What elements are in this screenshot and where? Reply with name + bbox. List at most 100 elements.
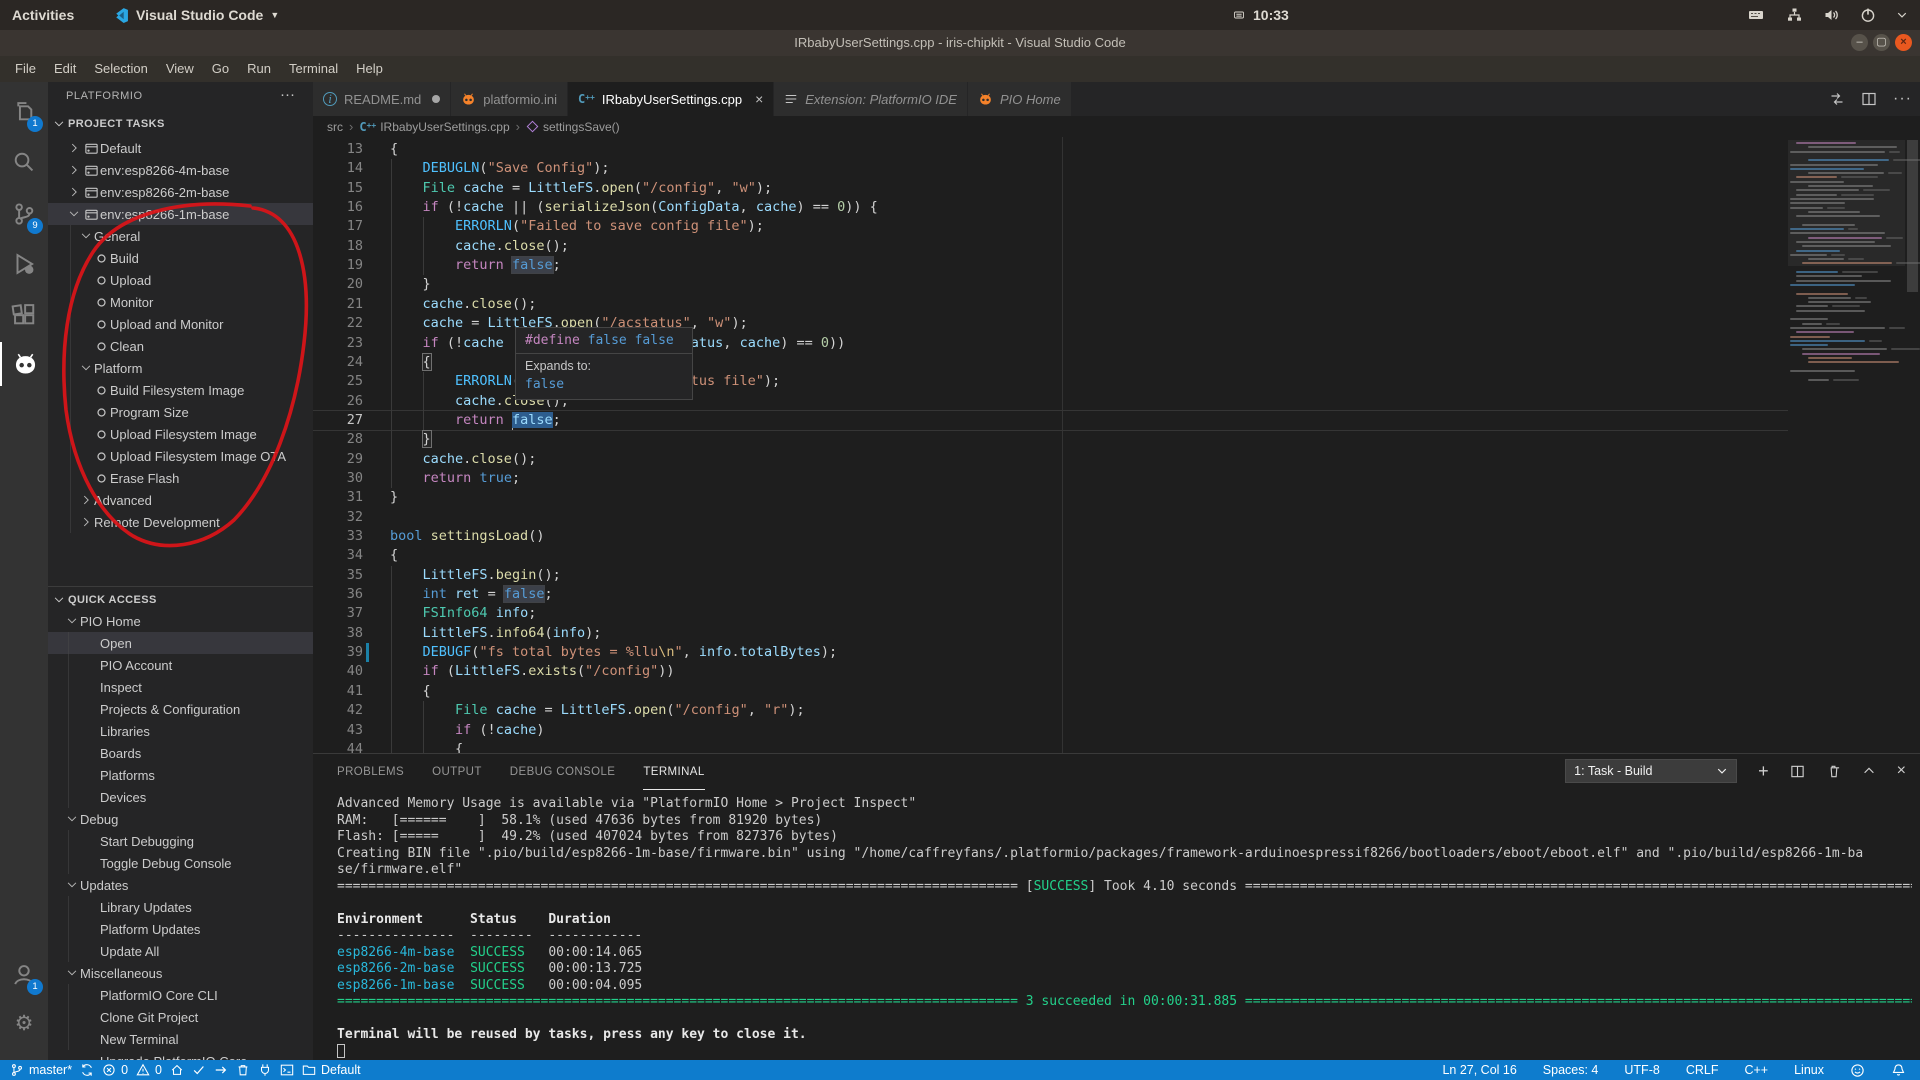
menu-file[interactable]: File [6,56,45,82]
menu-help[interactable]: Help [347,56,392,82]
tree-item-platforms[interactable]: Platforms [48,764,313,786]
tree-item-platformio-core-cli[interactable]: PlatformIO Core CLI [48,984,313,1006]
tree-item-general[interactable]: General [48,225,313,247]
breadcrumb-item[interactable]: src [327,120,343,134]
status-indentation[interactable]: Spaces: 4 [1543,1060,1599,1080]
section-quick-access[interactable]: QUICK ACCESS [48,589,313,611]
status-notifications[interactable] [1891,1060,1906,1080]
status-language-mode[interactable]: C++ [1744,1060,1768,1080]
activity-account-icon[interactable]: 1 [0,953,48,997]
app-menu-button[interactable]: Visual Studio Code ▼ [112,0,279,30]
tree-item-build-filesystem-image[interactable]: Build Filesystem Image [48,379,313,401]
panel-tab-output[interactable]: OUTPUT [432,754,482,790]
tree-item-build[interactable]: Build [48,247,313,269]
tree-item-debug[interactable]: Debug [48,808,313,830]
tab-platformio-ini[interactable]: platformio.ini [451,82,568,116]
tree-item-boards[interactable]: Boards [48,742,313,764]
status-cursor-position[interactable]: Ln 27, Col 16 [1442,1060,1516,1080]
tree-item-env-esp8266-4m-base[interactable]: env:esp8266-4m-base [48,159,313,181]
minimap[interactable] [1788,137,1905,753]
tree-item-update-all[interactable]: Update All [48,940,313,962]
panel-tab-problems[interactable]: PROBLEMS [337,754,404,790]
tree-item-platform[interactable]: Platform [48,357,313,379]
tree-item-pio-account[interactable]: PIO Account [48,654,313,676]
tree-item-clone-git-project[interactable]: Clone Git Project [48,1006,313,1028]
system-tray[interactable] [1746,0,1908,30]
menu-terminal[interactable]: Terminal [280,56,347,82]
code-editor[interactable]: 1314151617181920212223242526272829303132… [313,137,1788,753]
chevron-down-icon[interactable] [1896,9,1908,21]
tree-item-inspect[interactable]: Inspect [48,676,313,698]
window-minimize-button[interactable]: – [1851,34,1868,51]
tree-item-env-esp8266-2m-base[interactable]: env:esp8266-2m-base [48,181,313,203]
kill-terminal-icon[interactable] [1826,764,1841,779]
activity-settings-gear-icon[interactable]: ⚙ [0,1001,48,1045]
tab-readme-md[interactable]: i README.md [313,82,451,116]
tree-item-library-updates[interactable]: Library Updates [48,896,313,918]
status-feedback[interactable] [1850,1060,1865,1080]
breadcrumb-item[interactable]: settingsSave() [543,120,620,134]
activity-platformio-icon[interactable] [0,342,48,386]
activity-extensions-icon[interactable] [0,294,48,338]
status-encoding[interactable]: UTF-8 [1624,1060,1659,1080]
window-close-button[interactable]: × [1895,34,1912,51]
tree-item-open[interactable]: Open [48,632,313,654]
tab-extension-platformio-ide[interactable]: Extension: PlatformIO IDE [774,82,968,116]
tree-item-env-esp8266-1m-base[interactable]: env:esp8266-1m-base [48,203,313,225]
tree-item-new-terminal[interactable]: New Terminal [48,1028,313,1050]
tree-item-default[interactable]: Default [48,137,313,159]
status-git-branch[interactable]: master* [10,1060,72,1080]
status-eol[interactable]: CRLF [1686,1060,1719,1080]
tree-item-upload-filesystem-image[interactable]: Upload Filesystem Image [48,423,313,445]
status-pio-clean[interactable] [236,1060,250,1080]
activity-source-control-icon[interactable]: 9 [0,192,48,236]
activity-run-debug-icon[interactable] [0,242,48,286]
section-project-tasks[interactable]: PROJECT TASKS [48,113,313,135]
status-remote-name[interactable]: Linux [1794,1060,1824,1080]
tree-item-miscellaneous[interactable]: Miscellaneous [48,962,313,984]
close-panel-icon[interactable]: × [1897,762,1906,780]
tree-item-toggle-debug-console[interactable]: Toggle Debug Console [48,852,313,874]
split-terminal-icon[interactable] [1790,764,1805,779]
menu-view[interactable]: View [157,56,203,82]
split-editor-icon[interactable] [1861,91,1877,107]
tree-item-monitor[interactable]: Monitor [48,291,313,313]
terminal-picker-dropdown[interactable]: 1: Task - Build [1565,759,1737,783]
tree-item-upgrade-platformio-core[interactable]: Upgrade PlatformIO Core [48,1050,313,1060]
status-pio-upload[interactable] [214,1060,228,1080]
sidebar-more-actions-button[interactable]: ··· [280,86,295,103]
activity-files-icon[interactable]: 1 [0,90,48,134]
panel-tab-terminal[interactable]: TERMINAL [643,754,704,790]
status-warnings[interactable]: 0 [136,1060,162,1080]
editor-scrollbar[interactable] [1906,137,1919,753]
close-tab-icon[interactable]: × [755,91,763,107]
more-actions-icon[interactable]: ··· [1893,90,1912,108]
keyboard-icon[interactable] [1746,7,1766,23]
activity-search-icon[interactable] [0,140,48,184]
tab-irbabyusersettings-cpp[interactable]: C++ IRbabyUserSettings.cpp × [568,82,774,116]
tree-item-upload-filesystem-image-ota[interactable]: Upload Filesystem Image OTA [48,445,313,467]
tree-item-advanced[interactable]: Advanced [48,489,313,511]
menu-edit[interactable]: Edit [45,56,85,82]
tree-item-program-size[interactable]: Program Size [48,401,313,423]
new-terminal-icon[interactable]: + [1758,761,1769,782]
tree-item-remote-development[interactable]: Remote Development [48,511,313,533]
clock[interactable]: 10:33 [1232,0,1289,30]
tree-item-updates[interactable]: Updates [48,874,313,896]
breadcrumb[interactable]: src› C++ IRbabyUserSettings.cpp› setting… [313,116,1788,137]
panel-tab-debug-console[interactable]: DEBUG CONSOLE [510,754,616,790]
tree-item-upload[interactable]: Upload [48,269,313,291]
tree-item-start-debugging[interactable]: Start Debugging [48,830,313,852]
menu-run[interactable]: Run [238,56,280,82]
menu-selection[interactable]: Selection [85,56,156,82]
status-pio-serial-monitor[interactable] [258,1060,272,1080]
status-project-env[interactable]: Default [302,1060,361,1080]
tab-pio-home[interactable]: PIO Home [968,82,1072,116]
network-icon[interactable] [1786,7,1803,23]
tree-item-pio-home[interactable]: PIO Home [48,610,313,632]
tree-item-libraries[interactable]: Libraries [48,720,313,742]
scrollbar-thumb[interactable] [1907,140,1918,292]
compare-changes-icon[interactable] [1829,91,1845,107]
tree-item-platform-updates[interactable]: Platform Updates [48,918,313,940]
status-pio-build[interactable] [192,1060,206,1080]
